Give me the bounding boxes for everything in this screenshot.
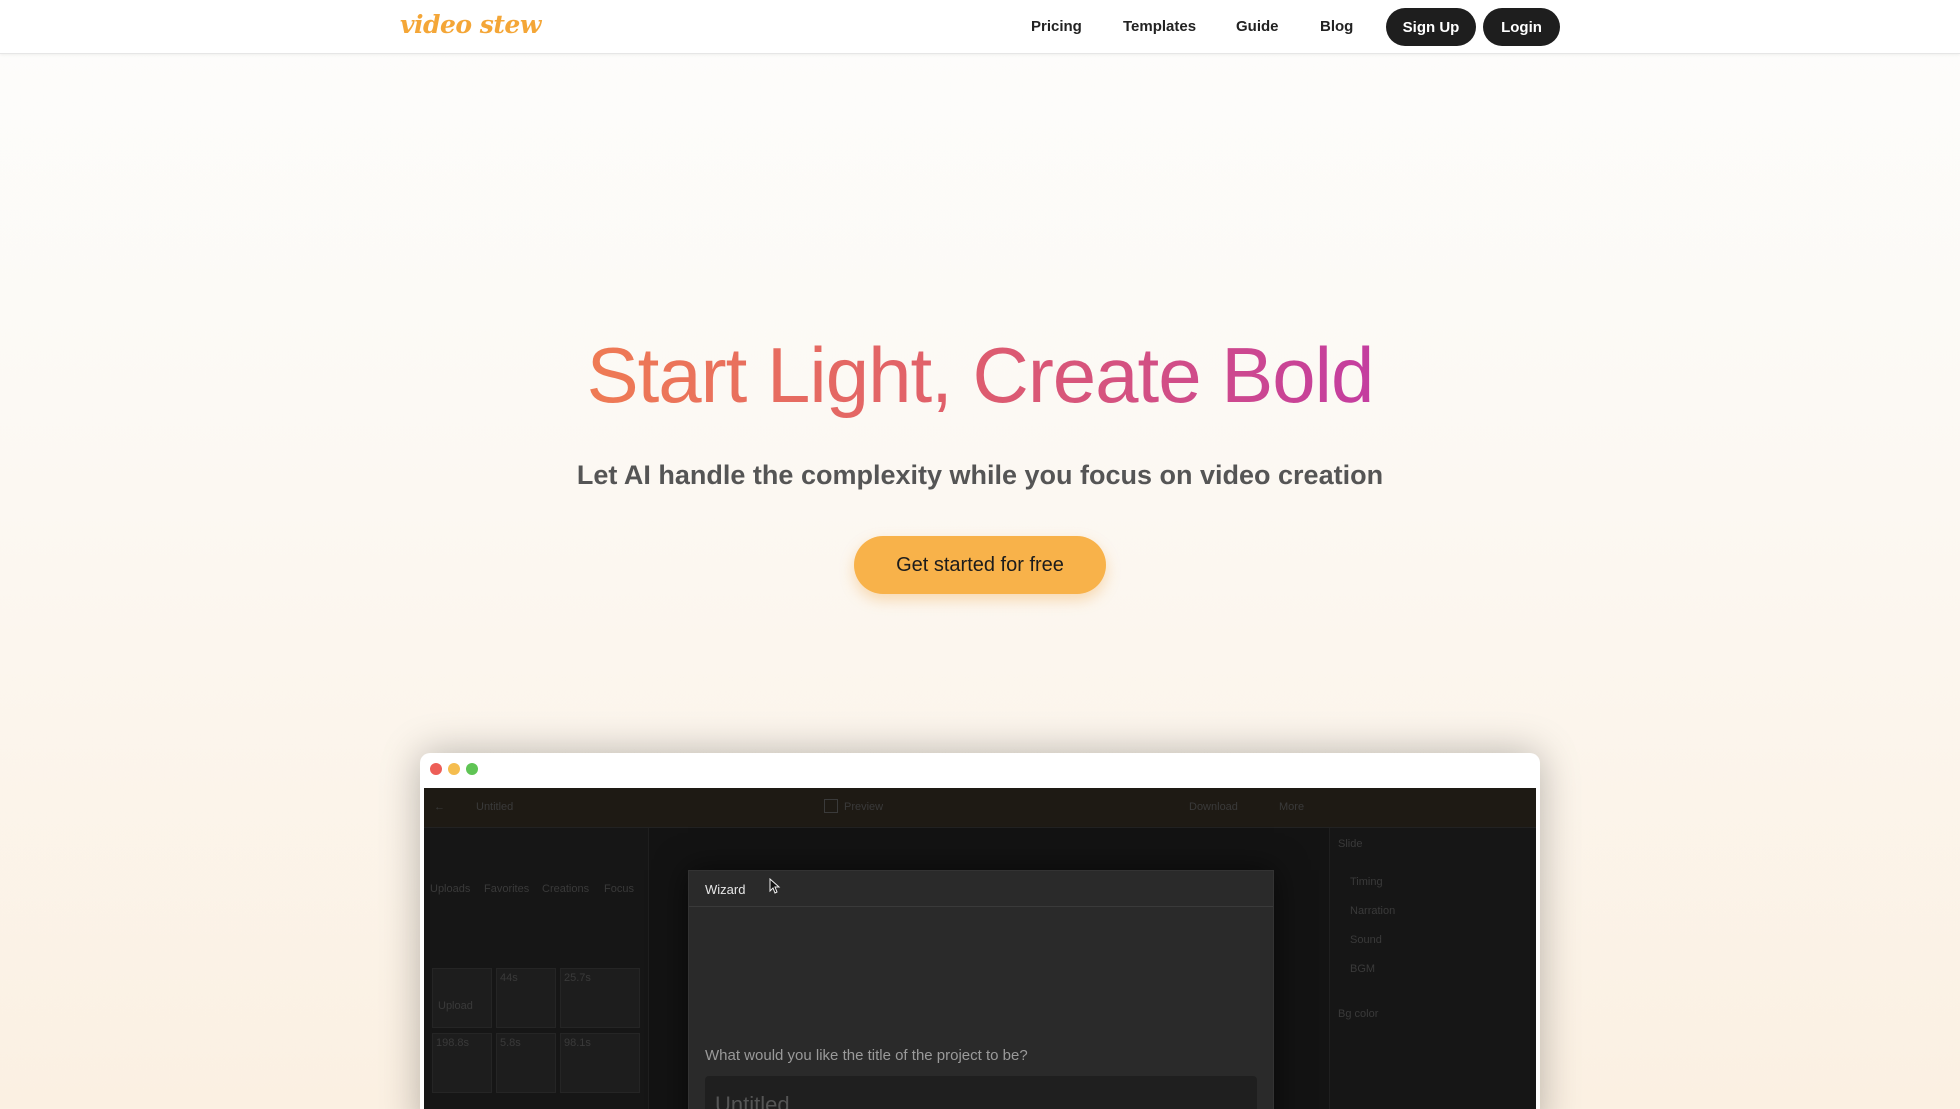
project-title-value: Untitled [715, 1092, 790, 1109]
window-minimize-dot [448, 763, 460, 775]
wizard-dialog: Wizard What would you like the title of … [688, 870, 1274, 1109]
thumb-duration: 98.1s [564, 1037, 591, 1049]
bg-color-label: Bg color [1338, 1008, 1379, 1020]
site-header: video stew Pricing Templates Guide Blog … [0, 0, 1960, 54]
wizard-question: What would you like the title of the pro… [705, 1047, 1028, 1064]
login-button[interactable]: Login [1483, 8, 1560, 46]
upload-tile [432, 968, 492, 1028]
right-item-sound: Sound [1350, 934, 1382, 946]
right-item-timing: Timing [1350, 876, 1383, 888]
thumb-duration: 25.7s [564, 972, 591, 984]
nav-templates[interactable]: Templates [1123, 18, 1196, 35]
left-tab-creations: Creations [542, 883, 590, 895]
preview-label: Preview [844, 801, 884, 813]
nav-guide[interactable]: Guide [1236, 18, 1279, 35]
app-preview-window: ← Untitled Preview Download More Uploads… [420, 753, 1540, 1109]
project-name: Untitled [476, 801, 514, 813]
window-close-dot [430, 763, 442, 775]
thumb-duration: 44s [500, 972, 518, 984]
preview-icon [824, 799, 838, 813]
sign-up-button[interactable]: Sign Up [1386, 8, 1476, 46]
app-topbar: ← Untitled Preview Download More [424, 788, 1536, 828]
right-item-bgm: BGM [1350, 963, 1376, 975]
thumb-duration: 5.8s [500, 1037, 521, 1049]
get-started-button[interactable]: Get started for free [854, 536, 1106, 594]
back-icon: ← [434, 801, 445, 813]
left-tab-uploads: Uploads [430, 883, 471, 895]
left-tab-focus: Focus [604, 883, 634, 895]
logo[interactable]: video stew [400, 10, 541, 39]
hero-subtitle: Let AI handle the complexity while you f… [576, 460, 1384, 490]
download-label: Download [1189, 801, 1238, 813]
nav-blog[interactable]: Blog [1320, 18, 1353, 35]
more-label: More [1279, 801, 1305, 813]
right-item-narration: Narration [1350, 905, 1396, 917]
mouse-cursor-icon [769, 878, 781, 894]
left-panel: Uploads Favorites Creations Focus Upload… [424, 828, 649, 1109]
upload-label: Upload [438, 1000, 473, 1012]
wizard-title: Wizard [705, 882, 746, 897]
right-panel-title: Slide [1338, 838, 1363, 850]
project-title-input[interactable]: Untitled [705, 1076, 1257, 1109]
hero-title: Start Light, Create Bold [586, 331, 1375, 419]
window-maximize-dot [466, 763, 478, 775]
left-tab-favorites: Favorites [484, 883, 530, 895]
app-screenshot: ← Untitled Preview Download More Uploads… [424, 788, 1536, 1109]
right-panel: Slide Timing Narration Sound BGM Bg colo… [1329, 828, 1536, 1109]
nav-pricing[interactable]: Pricing [1031, 18, 1082, 35]
thumb-duration: 198.8s [436, 1037, 470, 1049]
